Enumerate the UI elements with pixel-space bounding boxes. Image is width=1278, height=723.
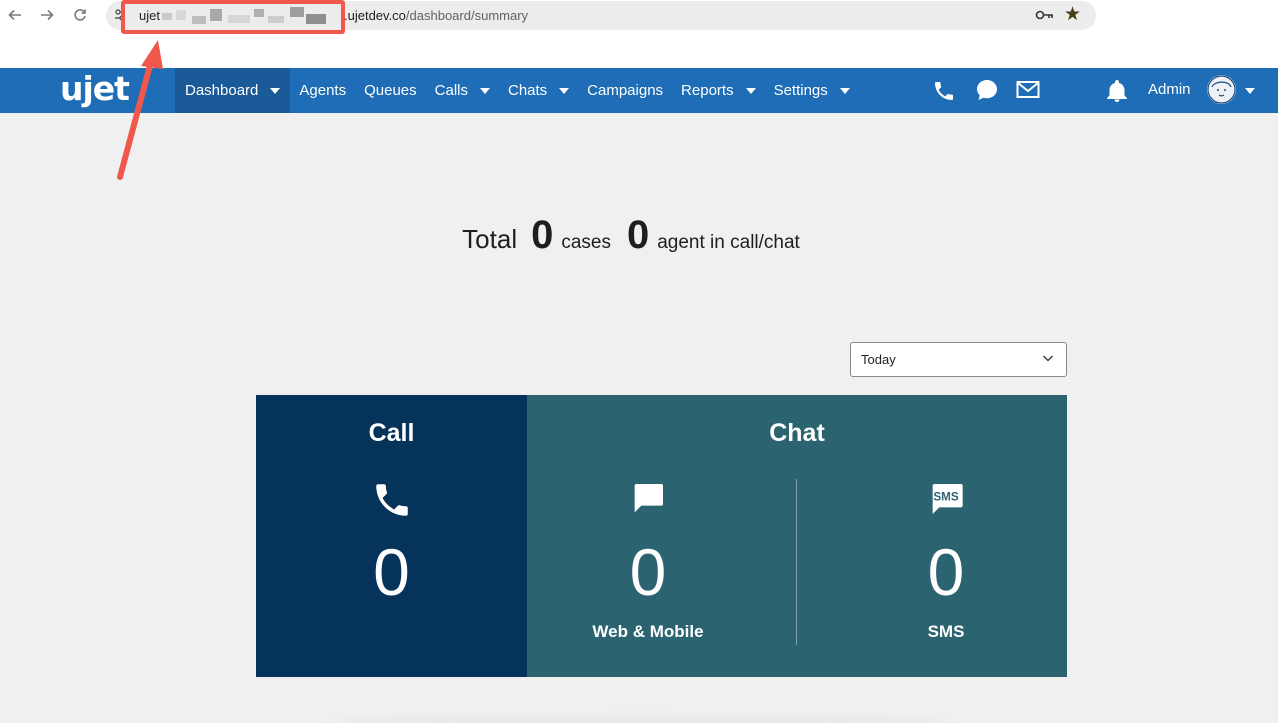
period-select-value: Today [861,352,896,367]
sms-count: 0 [927,535,965,609]
user-menu-label[interactable]: Admin [1148,81,1191,98]
bell-icon[interactable] [1106,79,1128,103]
call-count: 0 [373,535,410,609]
cases-count: 0 [531,213,554,257]
reload-icon[interactable] [69,4,91,26]
chevron-down-icon [559,87,570,94]
mail-icon[interactable] [1016,80,1040,100]
nav-queues[interactable]: Queues [355,68,426,113]
agent-count: 0 [626,213,650,257]
period-select[interactable]: Today [850,342,1067,377]
main-nav: Dashboard Agents Queues Calls Chats Camp… [175,68,859,113]
chat-bubble-icon[interactable] [975,78,999,102]
chevron-down-icon [1043,355,1053,362]
ujet-logo[interactable]: ujet [60,69,130,109]
nav-reports[interactable]: Reports [672,68,765,113]
phone-icon [376,484,408,516]
chat-card: Chat 0 Web & Mobile SMS 0 SMS [527,395,1067,677]
web-mobile-label: Web & Mobile [592,622,704,641]
web-mobile-count: 0 [629,535,667,609]
call-card-title: Call [368,419,415,447]
phone-icon[interactable] [931,79,957,103]
totals-summary: Total 0 cases 0 agent in call/chat [0,213,1278,258]
sms-icon: SMS [931,484,963,514]
url-highlight-box [121,0,345,34]
chat-icon [634,484,663,513]
cases-label: cases [561,232,611,253]
chevron-down-icon [745,87,756,94]
divider [796,479,797,645]
agent-label: agent in call/chat [657,232,800,253]
sms-column: SMS 0 SMS [825,395,1067,677]
app-header: ujet Dashboard Agents Queues Calls Chats… [0,68,1278,113]
sms-label: SMS [927,622,965,641]
url-text: .ujetdev.co/dashboard/summary [344,8,529,23]
chevron-down-icon [479,87,490,94]
total-label: Total [462,224,518,254]
dashboard-summary: Total 0 cases 0 agent in call/chat Today… [0,113,1278,723]
back-icon[interactable] [4,4,26,26]
call-card: Call 0 [256,395,527,677]
nav-campaigns[interactable]: Campaigns [578,68,672,113]
card-shadow [330,717,950,723]
chevron-down-icon [839,87,850,94]
avatar[interactable] [1207,75,1236,104]
nav-dashboard[interactable]: Dashboard [175,68,291,113]
nav-chats[interactable]: Chats [499,68,578,113]
web-mobile-column: 0 Web & Mobile [527,395,769,677]
svg-text:SMS: SMS [933,491,958,504]
key-icon[interactable] [1035,8,1055,22]
chevron-down-icon [270,87,281,94]
star-icon[interactable]: ★ [1064,3,1081,26]
nav-agents[interactable]: Agents [290,68,355,113]
nav-calls[interactable]: Calls [426,68,499,113]
forward-icon[interactable] [36,4,58,26]
nav-settings[interactable]: Settings [765,68,859,113]
chevron-down-icon[interactable] [1245,88,1255,94]
